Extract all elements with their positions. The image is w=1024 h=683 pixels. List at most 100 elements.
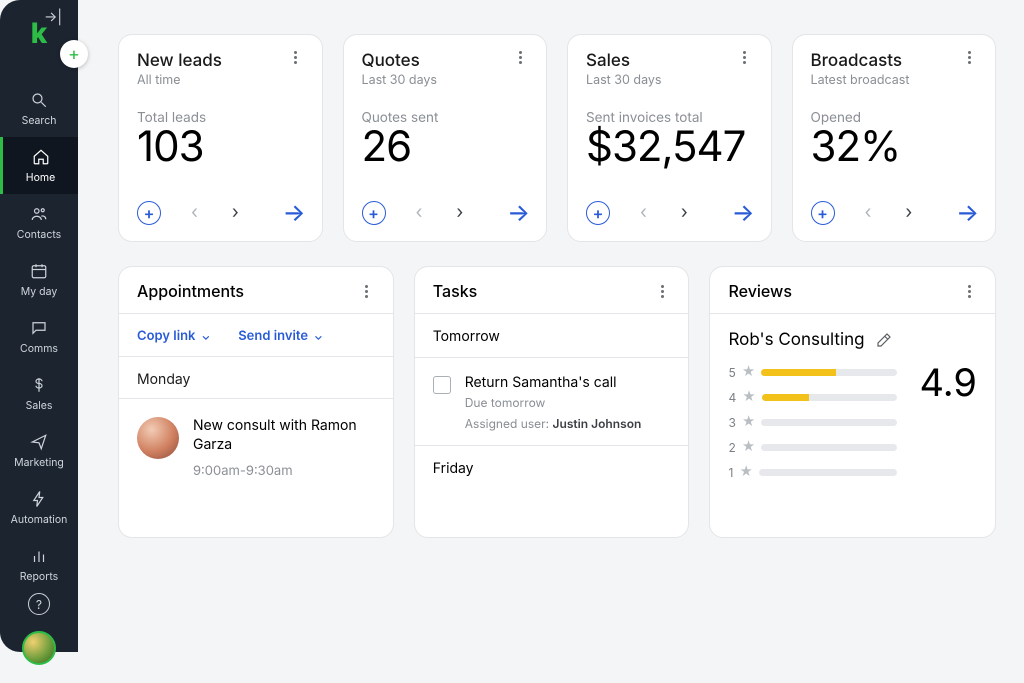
copy-link-label: Copy link [137,328,195,344]
task-due: Due tomorrow [465,395,642,410]
home-icon [31,147,51,167]
review-score: 4.9 [919,364,977,402]
task-item[interactable]: Return Samantha's call Due tomorrow Assi… [415,358,689,446]
star-icon: ★ [742,414,756,430]
review-bar-row: 3 ★ [728,414,897,430]
card-title: Appointments [137,281,244,301]
task-checkbox[interactable] [433,376,451,394]
add-action[interactable]: + [811,201,835,225]
help-icon[interactable]: ? [28,593,50,615]
bar-track [759,469,898,476]
more-menu[interactable] [510,51,530,64]
metric-value: 26 [362,126,531,168]
bar-track [761,444,897,451]
bar-label: 2 [728,440,735,455]
appointment-title: New consult with Ramon Garza [193,417,375,455]
nav-home[interactable]: Home [0,137,78,194]
nav-label: My day [21,285,57,298]
nav-marketing[interactable]: Marketing [0,422,78,479]
day-heading: Friday [415,446,689,489]
contacts-icon [29,204,49,224]
more-menu[interactable] [286,51,306,64]
nav-label: Search [22,114,57,127]
sidebar: →| k + Search Home Contacts My day [0,0,78,652]
send-invite-button[interactable]: Send invite⌄ [238,328,323,344]
bar-label: 3 [728,415,735,430]
go-arrow[interactable]: → [956,198,979,227]
chat-icon [29,318,49,338]
nav-label: Reports [20,570,58,583]
nav-sales[interactable]: Sales [0,365,78,422]
more-menu[interactable] [735,51,755,64]
prev-arrow[interactable]: ‹ [187,202,202,223]
appointment-time: 9:00am-9:30am [193,463,375,479]
task-assignee: Assigned user: Justin Johnson [465,416,642,431]
task-title: Return Samantha's call [465,374,642,391]
stat-card-1: Quotes Last 30 days Quotes sent 26 + ‹ ›… [343,34,548,242]
tasks-card: Tasks Tomorrow Return Samantha's call Du… [414,266,690,538]
chevron-down-icon: ⌄ [314,329,323,343]
bar-label: 1 [728,465,733,480]
nav-myday[interactable]: My day [0,251,78,308]
add-action[interactable]: + [362,201,386,225]
prev-arrow[interactable]: ‹ [636,202,651,223]
stat-title: Broadcasts [811,51,910,71]
nav-comms[interactable]: Comms [0,308,78,365]
stat-title: New leads [137,51,222,71]
nav-label: Home [26,171,55,184]
sales-icon [29,375,49,395]
more-menu[interactable] [652,285,672,298]
appointment-item[interactable]: New consult with Ramon Garza 9:00am-9:30… [119,399,393,479]
more-menu[interactable] [959,285,979,298]
nav-reports[interactable]: Reports [0,536,78,593]
add-action[interactable]: + [137,201,161,225]
nav-label: Sales [26,399,53,412]
review-bar-row: 5 ★ [728,364,897,380]
next-arrow[interactable]: › [452,202,467,223]
star-icon: ★ [742,389,756,405]
send-icon [29,432,49,452]
stat-title: Quotes [362,51,438,71]
bar-track [762,394,898,401]
star-icon: ★ [739,464,753,480]
next-arrow[interactable]: › [677,202,692,223]
next-arrow[interactable]: › [228,202,243,223]
collapse-icon[interactable]: →| [44,9,62,26]
more-menu[interactable] [959,51,979,64]
copy-link-button[interactable]: Copy link ⌄ [137,328,210,344]
prev-arrow[interactable]: ‹ [412,202,427,223]
more-menu[interactable] [357,285,377,298]
nav-label: Contacts [17,228,61,241]
bar-track [761,419,897,426]
nav-label: Marketing [14,456,64,469]
go-arrow[interactable]: → [283,198,306,227]
metric-value: 103 [137,126,306,168]
next-arrow[interactable]: › [901,202,916,223]
nav-label: Automation [11,513,68,526]
bars-icon [29,546,49,566]
user-avatar[interactable] [22,631,56,665]
stat-card-3: Broadcasts Latest broadcast Opened 32% +… [792,34,997,242]
main: New leads All time Total leads 103 + ‹ ›… [78,0,1024,652]
nav-automation[interactable]: Automation [0,479,78,536]
go-arrow[interactable]: → [732,198,755,227]
bar-track [761,369,897,376]
nav-search[interactable]: Search [0,80,78,137]
chevron-down-icon: ⌄ [201,329,210,343]
prev-arrow[interactable]: ‹ [861,202,876,223]
stat-subtitle: All time [137,73,222,88]
nav-label: Comms [20,342,58,355]
edit-icon[interactable] [875,331,893,349]
nav-contacts[interactable]: Contacts [0,194,78,251]
add-action[interactable]: + [586,201,610,225]
appointments-card: Appointments Copy link ⌄ Send invite⌄ Mon… [118,266,394,538]
contact-avatar [137,417,179,459]
add-button[interactable]: + [60,40,88,68]
bar-label: 4 [728,390,736,405]
day-heading: Tomorrow [415,314,689,358]
search-icon [29,90,49,110]
stat-title: Sales [586,51,662,71]
bolt-icon [29,489,49,509]
go-arrow[interactable]: → [507,198,530,227]
day-heading: Monday [119,357,393,399]
